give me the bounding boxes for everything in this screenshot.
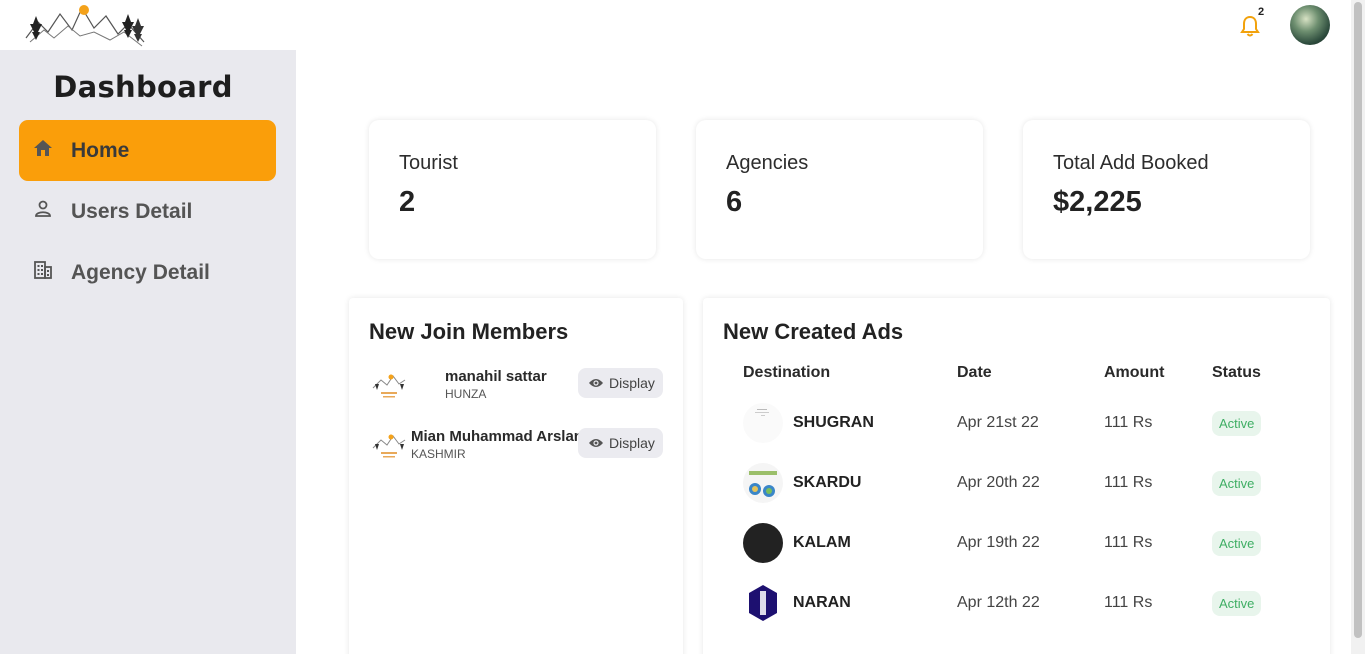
sidebar-item-label: Users Detail [71, 200, 193, 223]
column-header-amount: Amount [1104, 364, 1165, 381]
sidebar-item-agency-detail[interactable]: Agency Detail [19, 242, 276, 303]
stat-card-agencies: Agencies 6 [696, 120, 983, 259]
scrollbar-thumb[interactable] [1354, 2, 1362, 638]
status-badge: Active [1212, 411, 1262, 436]
home-icon [33, 138, 53, 158]
ad-amount: 111 Rs [1104, 534, 1153, 551]
new-join-members-panel: New Join Members manahil sattar HUNZA Di… [349, 298, 683, 654]
ad-date: Apr 19th 22 [957, 534, 1040, 551]
status-badge: Active [1212, 471, 1262, 496]
list-item: manahil sattar HUNZA Display [369, 364, 665, 408]
member-name: manahil sattar [445, 368, 547, 385]
eye-icon [589, 379, 603, 387]
panel-title: New Join Members [369, 319, 569, 344]
ad-date: Apr 21st 22 [957, 414, 1039, 431]
display-button[interactable]: Display [578, 368, 663, 398]
member-name: Mian Muhammad Arslan [411, 428, 583, 445]
ad-amount: 111 Rs [1104, 594, 1153, 611]
sidebar-item-users-detail[interactable]: Users Detail [19, 181, 276, 242]
member-location: HUNZA [445, 387, 487, 401]
table-row[interactable]: KALAM Apr 19th 22 111 Rs Active [703, 520, 1323, 564]
ad-destination: NARAN [793, 594, 851, 611]
user-icon [33, 199, 53, 219]
ad-date: Apr 20th 22 [957, 474, 1040, 491]
stat-label: Tourist [399, 152, 458, 174]
member-avatar [369, 426, 409, 466]
destination-thumbnail [743, 463, 783, 503]
display-button-label: Display [609, 375, 655, 391]
eye-icon [589, 439, 603, 447]
member-avatar [369, 366, 409, 406]
list-item: Mian Muhammad Arslan KASHMIR Display [369, 424, 665, 468]
column-header-destination: Destination [743, 364, 831, 381]
building-icon [33, 260, 53, 280]
sidebar: Dashboard Home Users Detail Agency Detai… [0, 50, 296, 654]
table-row[interactable]: SKARDU Apr 20th 22 111 Rs Active [703, 460, 1323, 504]
destination-thumbnail [743, 523, 783, 563]
new-created-ads-panel: New Created Ads Destination Date Amount … [703, 298, 1330, 654]
destination-thumbnail [743, 403, 783, 443]
status-badge: Active [1212, 531, 1262, 556]
member-location: KASHMIR [411, 447, 466, 461]
sidebar-item-label: Agency Detail [71, 261, 210, 284]
sidebar-item-home[interactable]: Home [19, 120, 276, 181]
notification-count-badge: 2 [1258, 6, 1265, 18]
ad-destination: SKARDU [793, 474, 862, 491]
stat-label: Total Add Booked [1053, 152, 1209, 174]
column-header-status: Status [1212, 364, 1261, 381]
panel-title: New Created Ads [723, 319, 904, 344]
stat-value: 2 [399, 186, 416, 218]
ad-amount: 111 Rs [1104, 474, 1153, 491]
stat-value: $2,225 [1053, 186, 1142, 218]
ad-destination: SHUGRAN [793, 414, 874, 431]
column-header-date: Date [957, 364, 992, 381]
sidebar-title: Dashboard [53, 70, 233, 104]
stat-card-total-add-booked: Total Add Booked $2,225 [1023, 120, 1310, 259]
table-row[interactable]: SHUGRAN Apr 21st 22 111 Rs Active [703, 400, 1323, 444]
display-button-label: Display [609, 435, 655, 451]
stat-card-tourist: Tourist 2 [369, 120, 656, 259]
status-badge: Active [1212, 591, 1262, 616]
stat-value: 6 [726, 186, 743, 218]
app-logo [24, 2, 148, 48]
ad-amount: 111 Rs [1104, 414, 1153, 431]
stat-label: Agencies [726, 152, 809, 174]
ad-destination: KALAM [793, 534, 851, 551]
display-button[interactable]: Display [578, 428, 663, 458]
table-row[interactable]: NARAN Apr 12th 22 111 Rs Active [703, 580, 1323, 624]
sidebar-item-label: Home [71, 139, 130, 162]
destination-thumbnail [743, 583, 783, 623]
user-avatar[interactable] [1290, 5, 1330, 45]
ad-date: Apr 12th 22 [957, 594, 1040, 611]
